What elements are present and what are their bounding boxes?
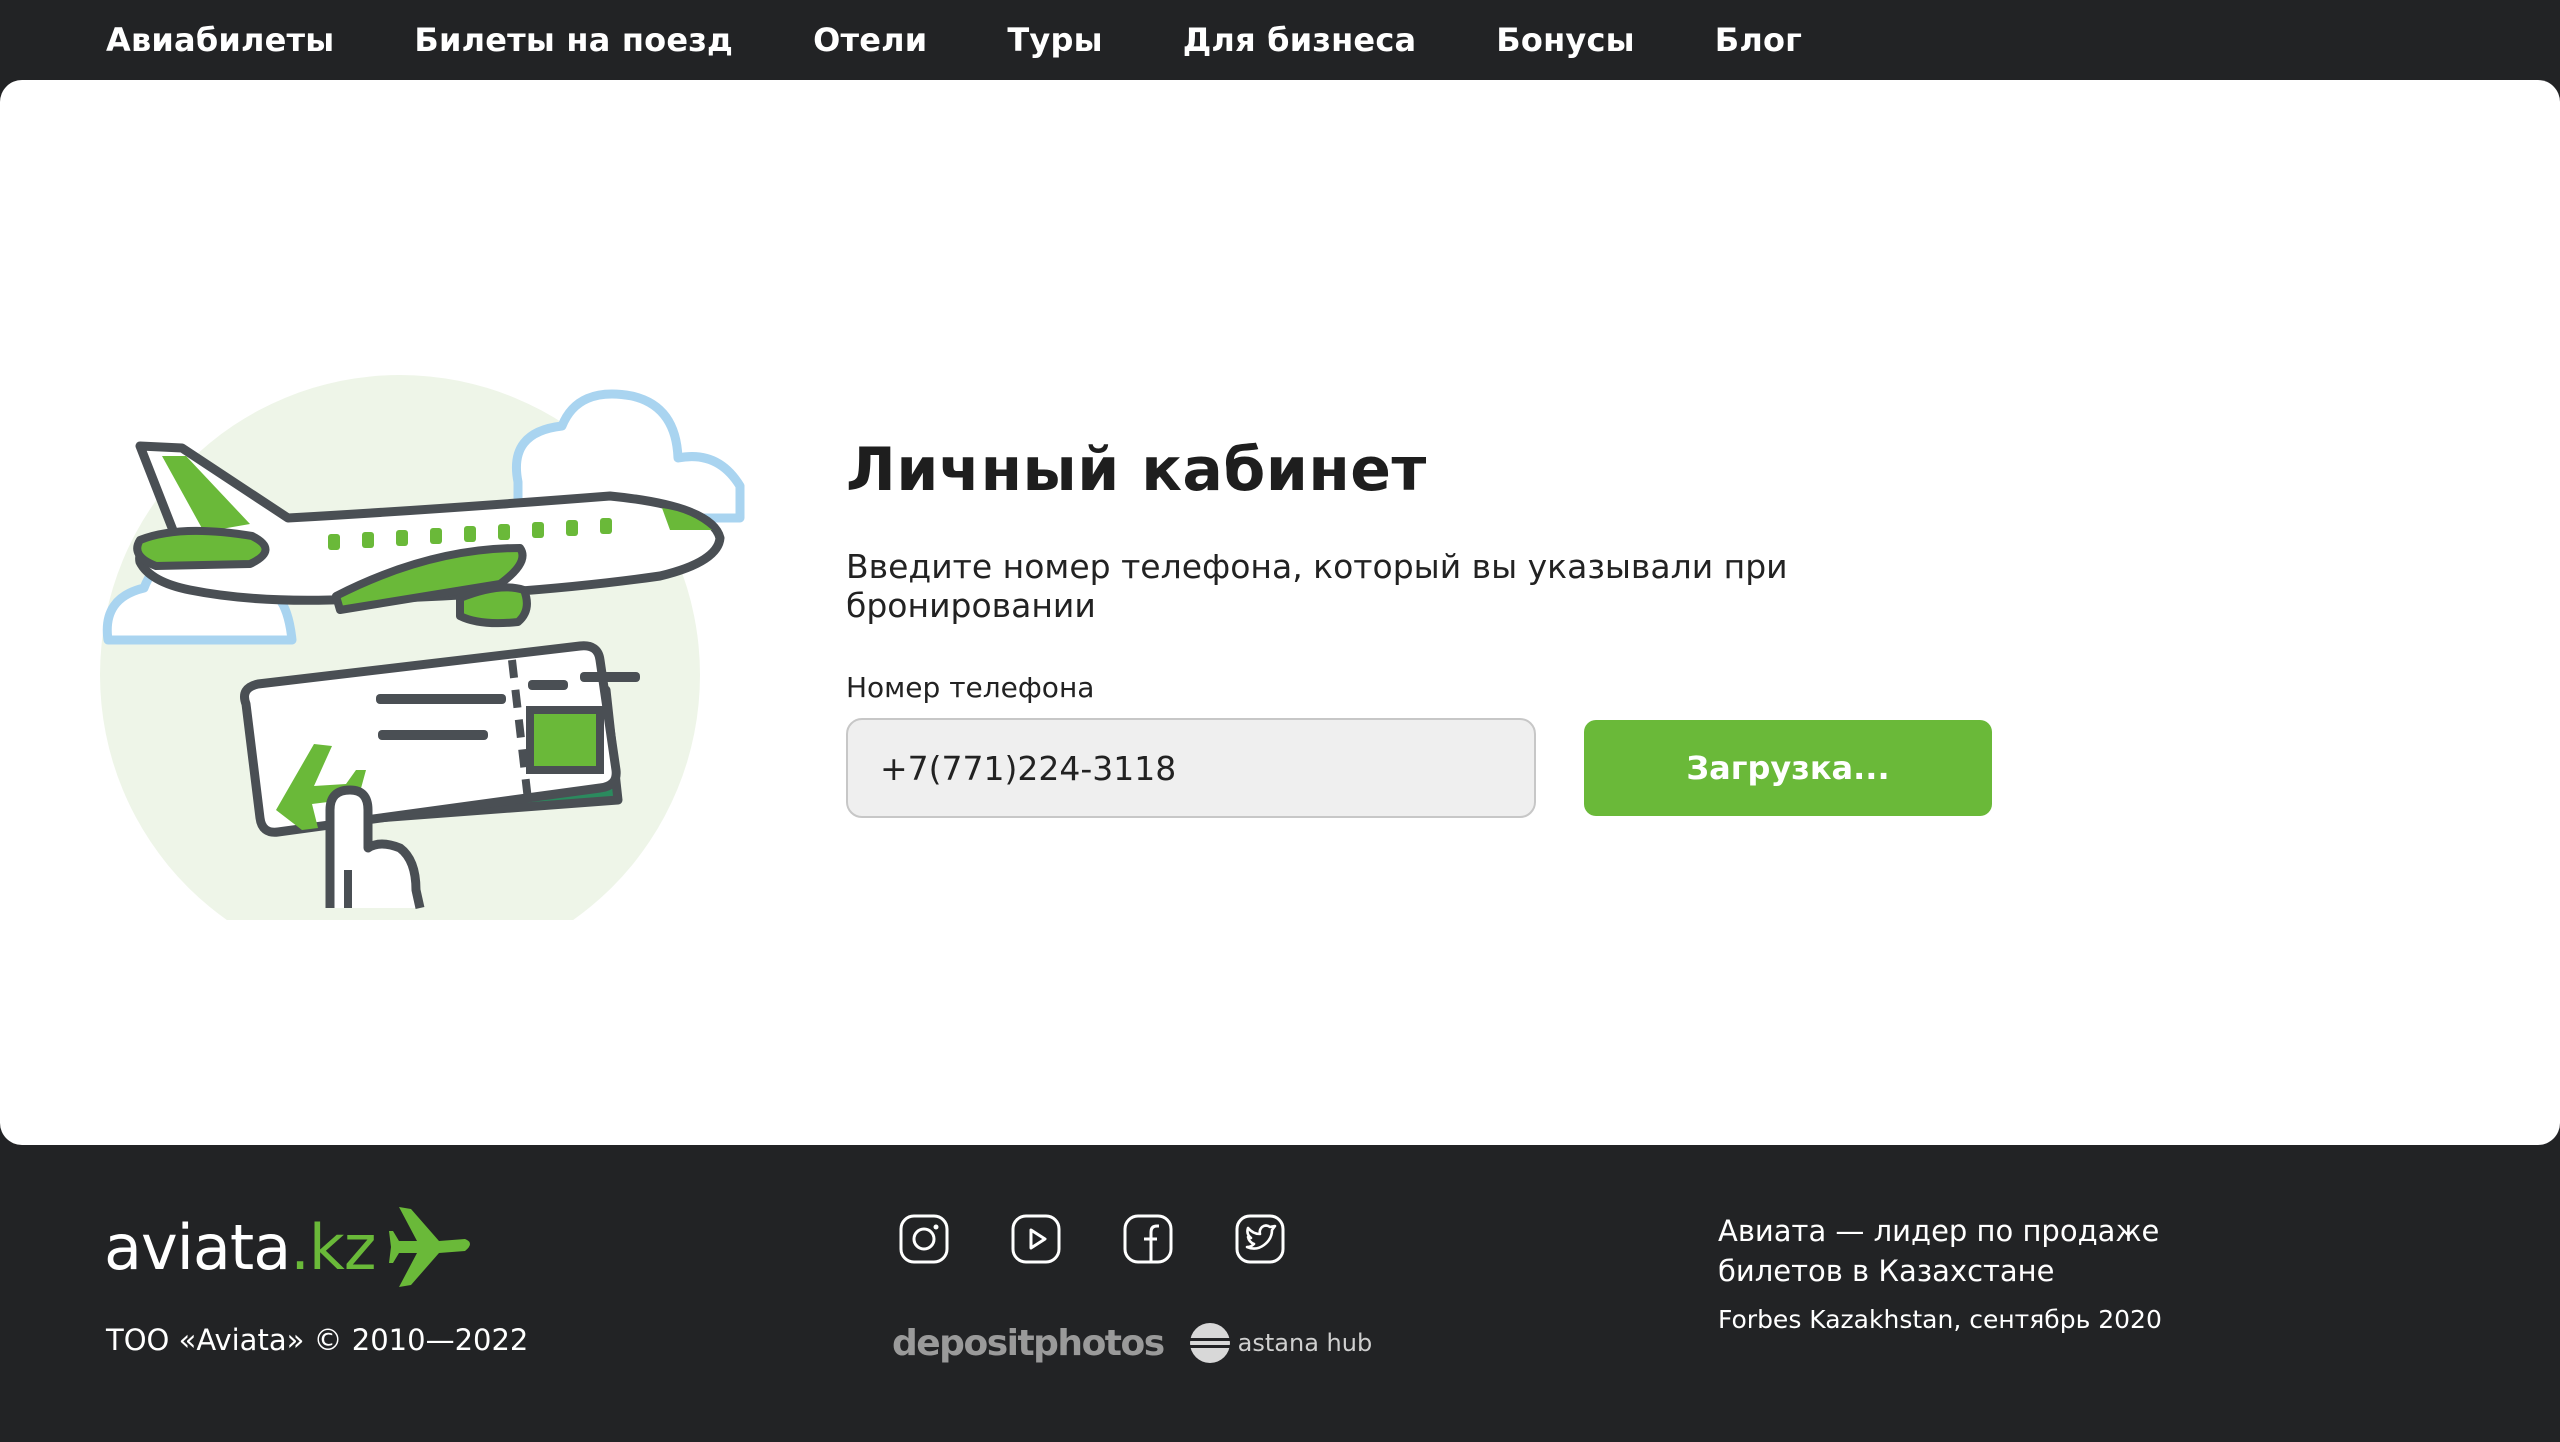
astana-hub-logo[interactable]: astana hub [1188, 1321, 1373, 1365]
youtube-icon[interactable] [1010, 1213, 1062, 1265]
page-subtitle: Введите номер телефона, который вы указы… [846, 547, 1788, 625]
nav-item-trains[interactable]: Билеты на поезд [414, 21, 733, 59]
aviata-logo[interactable]: aviata.kz [104, 1207, 473, 1287]
nav-item-blog[interactable]: Блог [1715, 21, 1802, 59]
footer: aviata.kz ТОО «Aviata» © 2010—2022 depos… [0, 1145, 2560, 1442]
nav-item-bonuses[interactable]: Бонусы [1496, 21, 1634, 59]
nav-item-tours[interactable]: Туры [1007, 21, 1102, 59]
nav-item-flights[interactable]: Авиабилеты [106, 21, 334, 59]
instagram-icon[interactable] [898, 1213, 950, 1265]
main-card: Личный кабинет Введите номер телефона, к… [0, 80, 2560, 1145]
airplane-ticket-illustration [100, 300, 760, 975]
nav-item-hotels[interactable]: Отели [813, 21, 927, 59]
phone-form-row: Загрузка... [846, 718, 2046, 818]
depositphotos-logo[interactable]: depositphotos [892, 1323, 1165, 1364]
twitter-icon[interactable] [1234, 1213, 1286, 1265]
top-nav: Авиабилеты Билеты на поезд Отели Туры Дл… [0, 0, 2560, 80]
astana-hub-icon [1189, 1323, 1230, 1363]
login-form: Личный кабинет Введите номер телефона, к… [846, 435, 2046, 818]
phone-input[interactable] [846, 718, 1536, 818]
footer-tagline: Авиата — лидер по продаже билетов в Каза… [1718, 1214, 2160, 1288]
copyright-text: ТОО «Aviata» © 2010—2022 [106, 1323, 529, 1357]
plane-logo-icon [389, 1207, 471, 1287]
partner-logos: depositphotos astana hub [892, 1321, 1372, 1365]
nav-item-business[interactable]: Для бизнеса [1183, 21, 1417, 59]
logo-text: aviata.kz [104, 1210, 376, 1284]
social-links [898, 1213, 1346, 1265]
phone-field-label: Номер телефона [846, 671, 1095, 704]
tagline-source: Forbes Kazakhstan, сентябрь 2020 [1718, 1305, 2162, 1334]
astana-hub-text: astana hub [1237, 1329, 1373, 1357]
submit-button[interactable]: Загрузка... [1584, 720, 1992, 816]
page-title: Личный кабинет [846, 435, 1427, 505]
facebook-icon[interactable] [1122, 1213, 1174, 1265]
